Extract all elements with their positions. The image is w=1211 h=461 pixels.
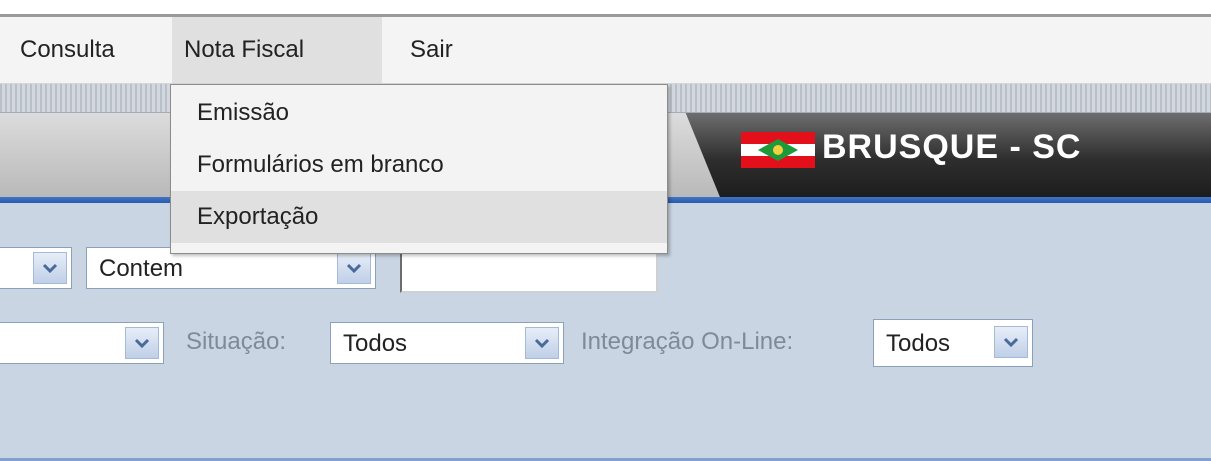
nota-fiscal-dropdown: Emissão Formulários em branco Exportação [170, 84, 668, 254]
app-window: Consulta Nota Fiscal Sair BRUSQUE - SC C… [0, 0, 1211, 461]
situacao-select-value: Todos [343, 330, 408, 357]
integracao-select-value: Todos [886, 330, 951, 357]
chevron-down-icon[interactable] [994, 326, 1028, 358]
santa-catarina-flag-icon [741, 132, 815, 168]
menu-consulta[interactable]: Consulta [8, 17, 127, 83]
city-name: BRUSQUE - SC [822, 128, 1082, 166]
menu-item-exportacao[interactable]: Exportação [171, 191, 667, 243]
menu-nota-fiscal[interactable]: Nota Fiscal [172, 17, 382, 83]
window-top-strip [0, 0, 1211, 17]
menu-item-formularios-em-branco[interactable]: Formulários em branco [171, 139, 667, 191]
menu-bar: Consulta Nota Fiscal Sair [0, 17, 1211, 84]
integracao-select[interactable]: Todos [873, 319, 1033, 367]
integracao-label: Integração On-Line: [581, 328, 794, 355]
situacao-select[interactable]: Todos [330, 322, 564, 364]
menu-sair[interactable]: Sair [398, 17, 465, 83]
chevron-down-icon[interactable] [125, 327, 159, 359]
chevron-down-icon[interactable] [33, 252, 67, 284]
condition-select-value: Contem [99, 255, 184, 282]
situacao-label: Situação: [186, 328, 287, 355]
filter-select[interactable] [0, 322, 164, 364]
menu-item-emissao[interactable]: Emissão [171, 87, 667, 139]
chevron-down-icon[interactable] [337, 252, 371, 284]
field-select[interactable] [0, 247, 72, 289]
chevron-down-icon[interactable] [525, 327, 559, 359]
